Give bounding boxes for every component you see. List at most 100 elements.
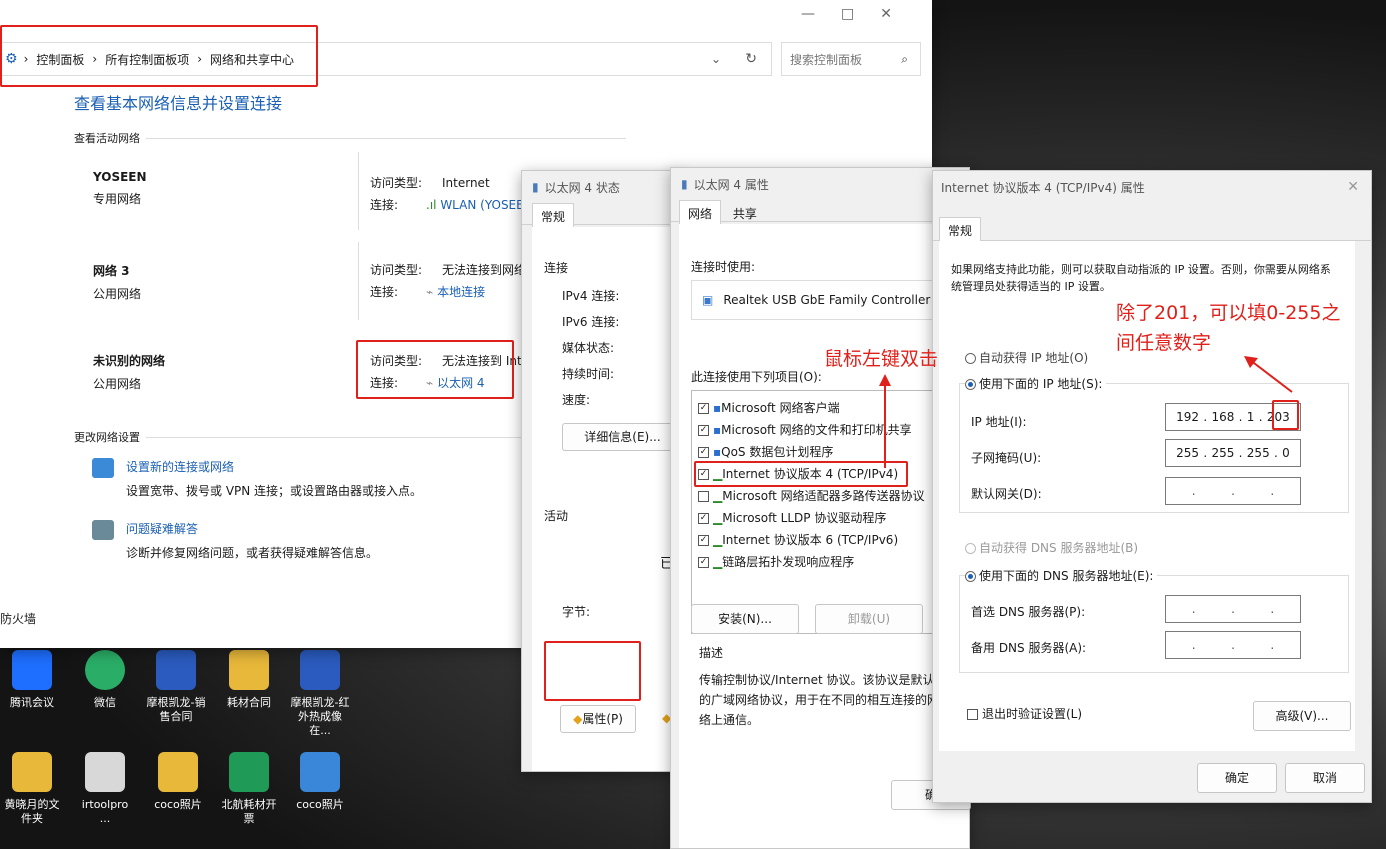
wechat-icon	[85, 650, 125, 690]
wlan-link[interactable]: WLAN (YOSEEN	[440, 198, 532, 212]
folder-icon	[12, 752, 52, 792]
client-icon: ▪	[713, 423, 722, 437]
checkbox[interactable]	[698, 491, 709, 502]
radio-button[interactable]	[965, 543, 976, 554]
divider	[358, 152, 359, 230]
checkbox[interactable]: ✓	[698, 403, 709, 414]
preferred-dns-field[interactable]: ...	[1165, 595, 1301, 623]
dialog-title: Internet 协议版本 4 (TCP/IPv4) 属性	[941, 180, 1145, 195]
search-icon[interactable]: ⌕	[901, 52, 908, 67]
active-networks-heading: 查看活动网络	[74, 130, 626, 146]
tab-general[interactable]: 常规	[532, 203, 575, 229]
word-doc-icon	[156, 650, 196, 690]
alternate-dns-field[interactable]: ...	[1165, 631, 1301, 659]
description-text: 传输控制协议/Internet 协议。该协议是默认的广域网络协议，用于在不同的相…	[699, 673, 940, 727]
ethernet-icon: ⌁	[426, 285, 434, 299]
adapter-field: ▣ Realtek USB GbE Family Controller	[691, 280, 941, 320]
auto-ip-radio[interactable]: 自动获得 IP 地址(O)	[965, 349, 1088, 366]
highlight-ip-last-octet	[1272, 400, 1299, 430]
desktop-icon-coco-archive[interactable]: coco照片	[290, 752, 350, 812]
network-yoseen: YOSEEN 专用网络	[93, 170, 147, 206]
desktop-icon-tencent-meeting[interactable]: 腾讯会议	[2, 650, 62, 710]
window-controls: —□✕	[801, 6, 918, 22]
tab-sharing[interactable]: 共享	[725, 201, 765, 226]
cancel-button[interactable]: 取消	[1285, 763, 1365, 793]
troubleshoot-link[interactable]: 问题疑难解答	[126, 520, 198, 537]
refresh-icon[interactable]: ↻	[745, 51, 757, 67]
maximize-icon[interactable]: □	[841, 6, 880, 22]
manual-dns-radio[interactable]: 使用下面的 DNS 服务器地址(E):	[965, 567, 1158, 584]
highlight-address-bar	[0, 25, 318, 87]
firewall-link[interactable]: 防火墙	[0, 610, 36, 627]
list-item[interactable]: ✓ ▪QoS 数据包计划程序	[698, 443, 833, 460]
radio-button[interactable]	[965, 379, 976, 390]
list-item[interactable]: ▁Microsoft 网络适配器多路传送器协议	[698, 487, 925, 504]
gateway-field[interactable]: ...	[1165, 477, 1301, 505]
list-item[interactable]: ✓ ▁链路层拓扑发现响应程序	[698, 553, 854, 570]
minimize-icon[interactable]: —	[801, 6, 841, 22]
network-adapter-icon: ▮	[532, 180, 539, 194]
local-connection-link[interactable]: 本地连接	[437, 285, 485, 299]
page-title: 查看基本网络信息并设置连接	[74, 94, 283, 113]
desktop-icon-wechat[interactable]: 微信	[75, 650, 135, 710]
close-icon[interactable]: ✕	[1347, 179, 1359, 195]
client-icon: ▪	[713, 401, 722, 415]
desktop-icon-consumables-contract[interactable]: 耗材合同	[219, 650, 279, 710]
protocol-icon: ▁	[713, 489, 723, 503]
checkbox[interactable]: ✓	[698, 447, 709, 458]
intro-text: 如果网络支持此功能，则可以获取自动指派的 IP 设置。否则，你需要从网络系统管理…	[951, 263, 1331, 293]
checkbox[interactable]: ✓	[698, 557, 709, 568]
close-icon[interactable]: ✕	[880, 6, 918, 22]
ethernet-properties-dialog: ▮ 以太网 4 属性 网络 共享 连接时使用: ▣ Realtek USB Gb…	[670, 167, 971, 849]
tencent-meeting-icon	[12, 650, 52, 690]
network-adapter-icon: ▮	[681, 177, 688, 191]
dialog-title: 以太网 4 状态	[544, 180, 620, 195]
tab-network[interactable]: 网络	[679, 200, 722, 226]
unidentified-network: 未识别的网络 公用网络	[93, 354, 166, 391]
desktop-icon-irtoolpro[interactable]: irtoolpro ...	[75, 752, 135, 826]
troubleshoot-desc: 诊断并修复网络问题，或者获得疑难解答信息。	[126, 546, 379, 560]
bytes-label: 字节:	[562, 605, 591, 619]
radio-button[interactable]	[965, 353, 976, 364]
desktop-icon-user-folder[interactable]: 黄晓月的文件夹	[2, 752, 62, 826]
install-button[interactable]: 安装(N)...	[691, 604, 799, 634]
dialog-title: 以太网 4 属性	[693, 177, 769, 192]
desktop-icon-invoice[interactable]: 北航耗材开票	[219, 752, 279, 826]
shield-icon: ◆	[573, 712, 583, 726]
checkbox[interactable]: ✓	[698, 425, 709, 436]
adapter-icon: ▣	[702, 293, 714, 307]
spreadsheet-icon	[229, 752, 269, 792]
desktop-icon-thermal-doc[interactable]: 摩根凯龙-红外热成像在...	[290, 650, 350, 738]
word-doc-icon	[300, 650, 340, 690]
subnet-mask-field[interactable]: 255. 255. 255. 0	[1165, 439, 1301, 467]
annotation-hint-line1: 除了201，可以填0-255之	[1116, 302, 1341, 324]
details-button[interactable]: 详细信息(E)...	[562, 423, 682, 451]
setup-connection-link[interactable]: 设置新的连接或网络	[126, 458, 234, 475]
network-yoseen-details: 访问类型: Internet 连接: .ıl WLAN (YOSEEN	[370, 176, 533, 212]
radio-button[interactable]	[965, 571, 976, 582]
tab-general[interactable]: 常规	[939, 217, 982, 243]
validate-checkbox[interactable]: 退出时验证设置(L)	[967, 705, 1082, 722]
checkbox[interactable]: ✓	[698, 513, 709, 524]
auto-dns-radio[interactable]: 自动获得 DNS 服务器地址(B)	[965, 539, 1138, 556]
manual-ip-radio[interactable]: 使用下面的 IP 地址(S):	[965, 375, 1107, 392]
components-list[interactable]: ✓ ▪Microsoft 网络客户端 ✓ ▪Microsoft 网络的文件和打印机共…	[691, 390, 941, 634]
desktop-icon-coco-photos[interactable]: coco照片	[148, 752, 208, 812]
search-input[interactable]: 搜索控制面板	[790, 51, 862, 68]
network-setup-icon	[92, 458, 114, 478]
list-item[interactable]: ✓ ▪Microsoft 网络客户端	[698, 399, 840, 416]
checkbox[interactable]: ✓	[698, 535, 709, 546]
uninstall-button[interactable]: 卸载(U)	[815, 604, 923, 634]
checkbox[interactable]	[967, 709, 978, 720]
annotation-double-click: 鼠标左键双击	[824, 348, 939, 370]
desktop-icon-sales-contract[interactable]: 摩根凯龙-销售合同	[146, 650, 206, 724]
properties-button[interactable]: ◆属性(P)	[560, 705, 636, 733]
advanced-button[interactable]: 高级(V)...	[1253, 701, 1351, 731]
chevron-down-icon[interactable]: ⌄	[711, 52, 721, 66]
ok-button[interactable]: 确定	[1197, 763, 1277, 793]
highlight-properties-button	[544, 641, 641, 701]
protocol-icon: ▁	[713, 511, 723, 525]
search-box[interactable]: 搜索控制面板 ⌕	[781, 42, 921, 76]
list-item[interactable]: ✓ ▁Microsoft LLDP 协议驱动程序	[698, 509, 886, 526]
list-item[interactable]: ✓ ▁Internet 协议版本 6 (TCP/IPv6)	[698, 531, 898, 548]
